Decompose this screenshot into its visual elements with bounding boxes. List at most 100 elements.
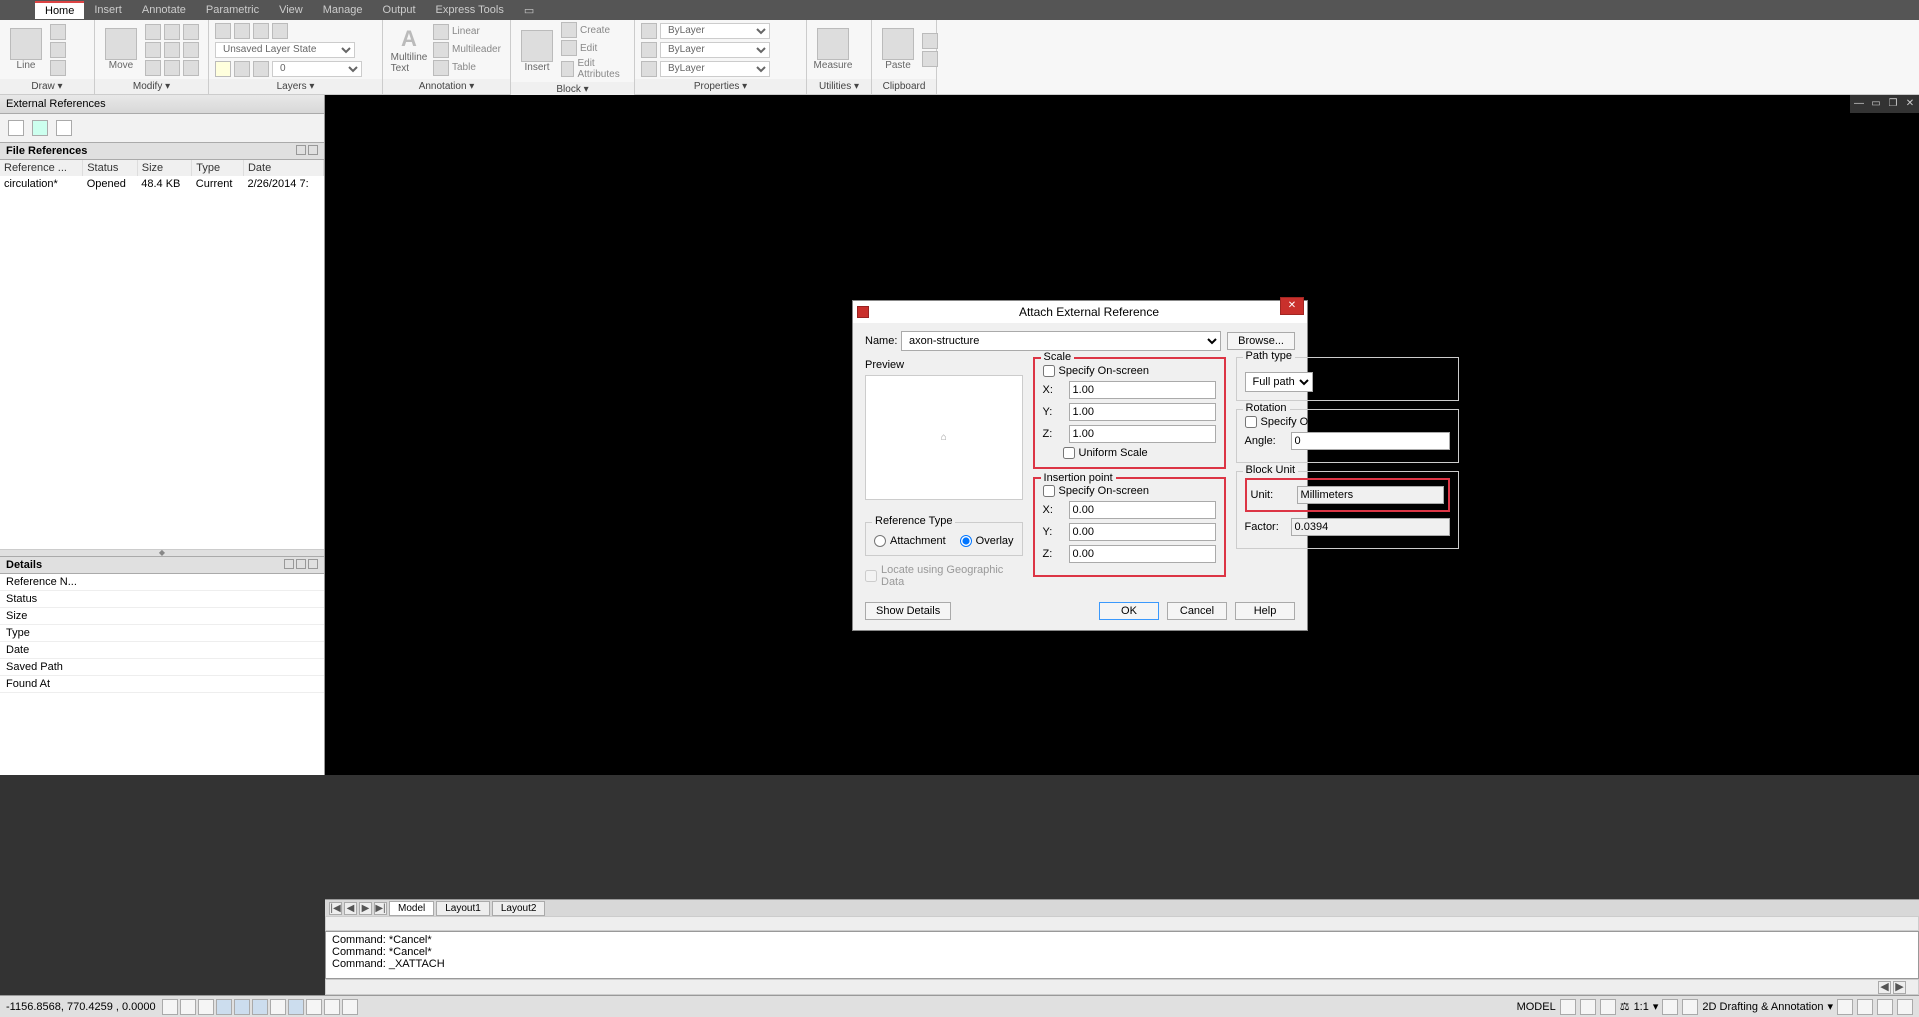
tab-output[interactable]: Output xyxy=(373,2,426,18)
show-details-button[interactable]: Show Details xyxy=(865,602,951,620)
scroll-left-icon[interactable]: ◀ xyxy=(1878,981,1891,994)
panel-annotation-label[interactable]: Annotation ▾ xyxy=(383,79,510,94)
drawing-canvas[interactable]: — ▭ ❐ ✕ Attach External Reference ✕ Name… xyxy=(325,95,1919,775)
col-status[interactable]: Status xyxy=(83,160,138,176)
tab-prev-icon[interactable]: ◀ xyxy=(344,902,357,915)
arc-icon[interactable] xyxy=(50,60,66,76)
layer-select[interactable]: 0 xyxy=(272,61,362,77)
tab-annotate[interactable]: Annotate xyxy=(132,2,196,18)
tab-first-icon[interactable]: |◀ xyxy=(329,902,342,915)
cut-icon[interactable] xyxy=(922,33,938,49)
details-view-icon[interactable] xyxy=(284,559,294,569)
scale-x-input[interactable] xyxy=(1069,381,1216,399)
hardware-accel-icon[interactable] xyxy=(1857,999,1873,1015)
osnap-icon[interactable] xyxy=(234,999,250,1015)
create-button[interactable]: Create xyxy=(561,22,628,38)
tab-parametric[interactable]: Parametric xyxy=(196,2,269,18)
refresh-icon[interactable] xyxy=(32,120,48,136)
measure-button[interactable]: Measure xyxy=(813,25,853,75)
layer-iso-icon[interactable] xyxy=(253,23,269,39)
workspace-select[interactable]: 2D Drafting & Annotation xyxy=(1702,1001,1823,1013)
move-button[interactable]: Move xyxy=(101,25,141,75)
copy-icon[interactable] xyxy=(145,24,161,40)
lwt-icon[interactable] xyxy=(306,999,322,1015)
qp-icon[interactable] xyxy=(342,999,358,1015)
insertion-x-input[interactable] xyxy=(1069,501,1216,519)
array-icon[interactable] xyxy=(183,60,199,76)
attachment-radio[interactable]: Attachment xyxy=(874,535,946,547)
panel-layers-label[interactable]: Layers ▾ xyxy=(209,79,382,94)
lock-icon[interactable] xyxy=(253,61,269,77)
lightbulb-icon[interactable] xyxy=(215,61,231,77)
cancel-button[interactable]: Cancel xyxy=(1167,602,1227,620)
stretch-icon[interactable] xyxy=(145,60,161,76)
tab-last-icon[interactable]: ▶| xyxy=(374,902,387,915)
attach-dwg-icon[interactable] xyxy=(8,120,24,136)
color-select[interactable]: ByLayer xyxy=(660,23,770,39)
table-row[interactable]: circulation* Opened 48.4 KB Current 2/26… xyxy=(0,176,324,192)
layer-freeze-icon[interactable] xyxy=(272,23,288,39)
collapse-icon[interactable] xyxy=(308,559,318,569)
layer-prop-icon[interactable] xyxy=(215,23,231,39)
status-nav-icon[interactable] xyxy=(1600,999,1616,1015)
col-reference[interactable]: Reference ... xyxy=(0,160,83,176)
isolate-icon[interactable] xyxy=(1877,999,1893,1015)
status-maximize-icon[interactable] xyxy=(1560,999,1576,1015)
close-icon[interactable]: ✕ xyxy=(1903,97,1917,111)
scale-y-input[interactable] xyxy=(1069,403,1216,421)
tab-manage[interactable]: Manage xyxy=(313,2,373,18)
panel-properties-label[interactable]: Properties ▾ xyxy=(635,79,806,94)
insertion-z-input[interactable] xyxy=(1069,545,1216,563)
insertion-specify-checkbox[interactable]: Specify On-screen xyxy=(1043,485,1216,497)
otrack-icon[interactable] xyxy=(252,999,268,1015)
help-icon[interactable] xyxy=(56,120,72,136)
color-icon[interactable] xyxy=(641,23,657,39)
linetype-select[interactable]: ByLayer xyxy=(660,61,770,77)
horizontal-scrollbar[interactable] xyxy=(325,916,1919,931)
scale-icon[interactable] xyxy=(164,60,180,76)
tree-view-icon[interactable] xyxy=(308,145,318,155)
tab-view[interactable]: View xyxy=(269,2,313,18)
polar-icon[interactable] xyxy=(216,999,232,1015)
table-button[interactable]: Table xyxy=(433,60,501,76)
tab-model[interactable]: Model xyxy=(389,901,434,916)
panel-clipboard-label[interactable]: Clipboard xyxy=(872,79,936,94)
angle-input[interactable] xyxy=(1291,432,1450,450)
scale-specify-checkbox[interactable]: Specify On-screen xyxy=(1043,365,1216,377)
panel-draw-label[interactable]: Draw ▾ xyxy=(0,79,94,94)
layer-state-icon[interactable] xyxy=(234,23,250,39)
circle-icon[interactable] xyxy=(50,42,66,58)
preview-view-icon[interactable] xyxy=(296,559,306,569)
model-indicator[interactable]: MODEL xyxy=(1517,1001,1556,1013)
panel-utilities-label[interactable]: Utilities ▾ xyxy=(807,79,871,94)
tab-layout1[interactable]: Layout1 xyxy=(436,901,490,916)
list-view-icon[interactable] xyxy=(296,145,306,155)
multiline-text-button[interactable]: AMultiline Text xyxy=(389,25,429,75)
grid-icon[interactable] xyxy=(180,999,196,1015)
ducs-icon[interactable] xyxy=(270,999,286,1015)
name-select[interactable]: axon-structure xyxy=(901,331,1221,351)
minimize-icon[interactable]: — xyxy=(1852,97,1866,111)
tpy-icon[interactable] xyxy=(324,999,340,1015)
annovis-icon[interactable] xyxy=(1662,999,1678,1015)
mirror-icon[interactable] xyxy=(145,42,161,58)
overlay-radio[interactable]: Overlay xyxy=(960,535,1014,547)
rotate-icon[interactable] xyxy=(164,24,180,40)
col-type[interactable]: Type xyxy=(192,160,244,176)
tab-layout2[interactable]: Layout2 xyxy=(492,901,546,916)
col-size[interactable]: Size xyxy=(137,160,192,176)
paste-button[interactable]: Paste xyxy=(878,25,918,75)
edit-button[interactable]: Edit xyxy=(561,40,628,56)
scale-z-input[interactable] xyxy=(1069,425,1216,443)
tab-express-tools[interactable]: Express Tools xyxy=(426,2,514,18)
panel-modify-label[interactable]: Modify ▾ xyxy=(95,79,208,94)
layer-state-select[interactable]: Unsaved Layer State xyxy=(215,42,355,58)
trim-icon[interactable] xyxy=(183,24,199,40)
copy2-icon[interactable] xyxy=(922,51,938,67)
uniform-scale-checkbox[interactable]: Uniform Scale xyxy=(1063,447,1216,459)
maximize-icon[interactable]: ▭ xyxy=(1869,97,1883,111)
polyline-icon[interactable] xyxy=(50,24,66,40)
snap-icon[interactable] xyxy=(162,999,178,1015)
dyn-icon[interactable] xyxy=(288,999,304,1015)
tab-insert[interactable]: Insert xyxy=(84,2,132,18)
